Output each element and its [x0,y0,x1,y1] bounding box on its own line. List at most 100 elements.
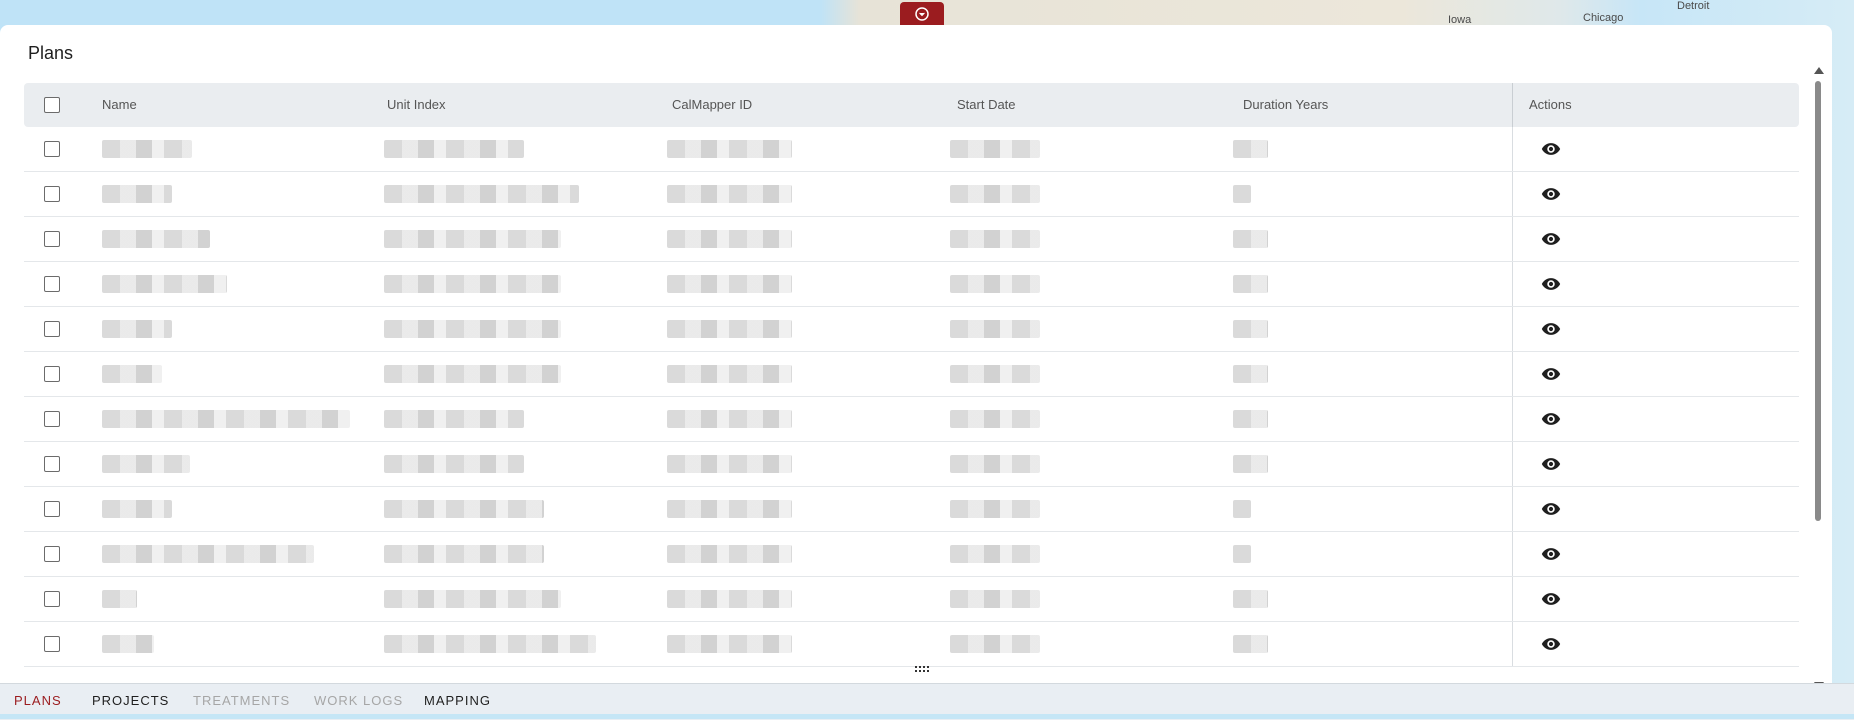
column-divider [1512,532,1513,576]
redacted-unit-index [384,635,596,653]
redacted-duration-years [1233,545,1251,563]
redacted-duration-years [1233,230,1268,248]
select-all-checkbox[interactable] [44,97,60,113]
redacted-calmapper-id [667,275,792,293]
redacted-name [102,500,172,518]
eye-icon [1541,233,1561,245]
table-row[interactable] [24,397,1799,442]
view-plan-button[interactable] [1540,319,1562,339]
column-header-duration-years[interactable]: Duration Years [1243,83,1328,127]
view-plan-button[interactable] [1540,499,1562,519]
row-select-checkbox[interactable] [44,411,60,427]
tab-treatments[interactable]: TREATMENTS [193,684,290,717]
view-plan-button[interactable] [1540,184,1562,204]
collapse-panel-button[interactable] [900,2,944,26]
view-plan-button[interactable] [1540,229,1562,249]
column-divider [1512,352,1513,396]
table-row[interactable] [24,442,1799,487]
chevron-down-icon [915,7,929,21]
tab-work-logs[interactable]: WORK LOGS [314,684,403,717]
redacted-duration-years [1233,590,1268,608]
redacted-start-date [950,590,1040,608]
redacted-calmapper-id [667,635,792,653]
redacted-duration-years [1233,455,1268,473]
row-select-checkbox[interactable] [44,276,60,292]
column-divider [1512,487,1513,531]
eye-icon [1541,368,1561,380]
column-divider [1512,262,1513,306]
column-header-unit-index[interactable]: Unit Index [387,83,446,127]
redacted-name [102,545,314,563]
row-select-checkbox[interactable] [44,456,60,472]
table-row[interactable] [24,217,1799,262]
table-row[interactable] [24,172,1799,217]
row-select-checkbox[interactable] [44,636,60,652]
view-plan-button[interactable] [1540,409,1562,429]
redacted-duration-years [1233,320,1268,338]
redacted-calmapper-id [667,410,792,428]
scroll-up-arrow[interactable] [1814,67,1824,74]
redacted-unit-index [384,590,561,608]
redacted-name [102,365,162,383]
map-bottom-strip [0,714,1854,719]
row-select-checkbox[interactable] [44,366,60,382]
row-select-checkbox[interactable] [44,546,60,562]
column-divider [1512,577,1513,621]
redacted-calmapper-id [667,455,792,473]
redacted-name [102,275,227,293]
eye-icon [1541,458,1561,470]
row-select-checkbox[interactable] [44,141,60,157]
eye-icon [1541,503,1561,515]
table-row[interactable] [24,262,1799,307]
column-divider [1512,127,1513,171]
row-select-checkbox[interactable] [44,186,60,202]
tab-projects[interactable]: PROJECTS [92,684,169,717]
view-plan-button[interactable] [1540,364,1562,384]
plans-panel: Plans Name Unit Index CalMapper ID Start… [0,25,1832,689]
row-select-checkbox[interactable] [44,231,60,247]
row-select-checkbox[interactable] [44,591,60,607]
map-label-chicago: Chicago [1583,12,1624,24]
resize-handle[interactable] [914,665,932,675]
eye-icon [1541,638,1561,650]
eye-icon [1541,143,1561,155]
redacted-unit-index [384,500,544,518]
column-header-actions: Actions [1529,97,1572,112]
column-header-calmapper-id[interactable]: CalMapper ID [672,83,752,127]
vertical-scrollbar[interactable] [1812,67,1824,689]
redacted-unit-index [384,275,561,293]
redacted-unit-index [384,185,579,203]
table-row[interactable] [24,127,1799,172]
view-plan-button[interactable] [1540,589,1562,609]
view-plan-button[interactable] [1540,274,1562,294]
row-select-checkbox[interactable] [44,321,60,337]
table-row[interactable] [24,532,1799,577]
eye-icon [1541,413,1561,425]
tab-mapping[interactable]: MAPPING [424,684,491,717]
column-divider [1512,397,1513,441]
redacted-start-date [950,230,1040,248]
view-plan-button[interactable] [1540,454,1562,474]
redacted-duration-years [1233,365,1268,383]
column-header-start-date[interactable]: Start Date [957,83,1016,127]
scrollbar-thumb[interactable] [1815,81,1821,521]
table-row[interactable] [24,352,1799,397]
drag-handle-icon [915,666,929,672]
row-select-checkbox[interactable] [44,501,60,517]
redacted-calmapper-id [667,545,792,563]
redacted-name [102,320,172,338]
table-row[interactable] [24,622,1799,667]
view-plan-button[interactable] [1540,139,1562,159]
view-plan-button[interactable] [1540,544,1562,564]
map-label-detroit: Detroit [1677,0,1710,12]
redacted-unit-index [384,230,561,248]
view-plan-button[interactable] [1540,634,1562,654]
eye-icon [1541,278,1561,290]
table-row[interactable] [24,487,1799,532]
table-row[interactable] [24,577,1799,622]
redacted-start-date [950,500,1040,518]
eye-icon [1541,323,1561,335]
column-header-name[interactable]: Name [102,83,137,127]
redacted-unit-index [384,455,524,473]
table-row[interactable] [24,307,1799,352]
